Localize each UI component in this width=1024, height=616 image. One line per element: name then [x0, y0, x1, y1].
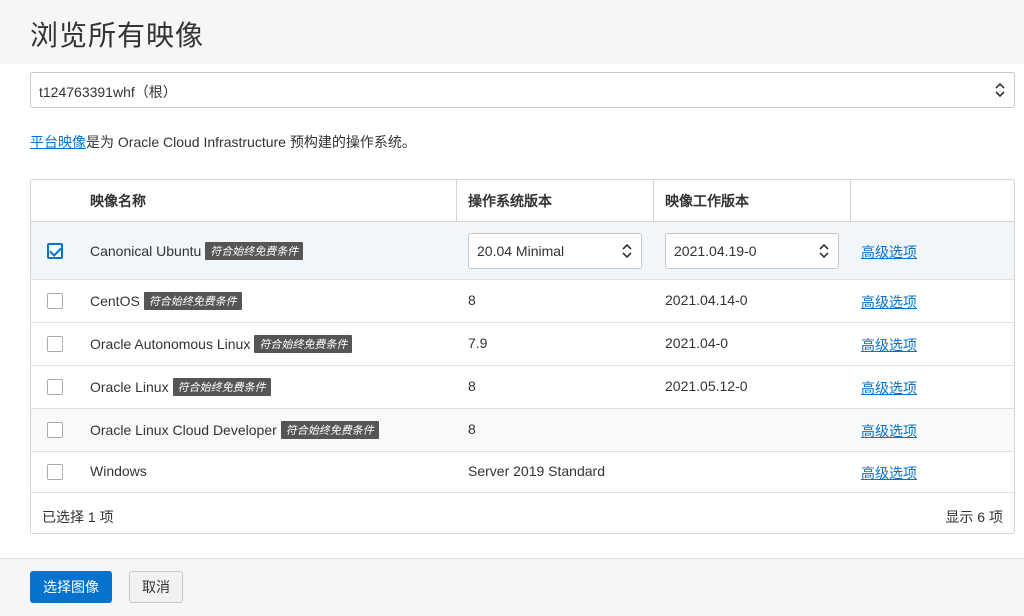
image-name-cell: Canonical Ubuntu 符合始终免费条件 — [90, 242, 304, 260]
os-version-select[interactable]: 20.04 Minimal — [468, 233, 642, 269]
select-image-button[interactable]: 选择图像 — [30, 571, 112, 603]
advanced-options-link[interactable]: 高级选项 — [861, 292, 917, 312]
advanced-options-link[interactable]: 高级选项 — [861, 242, 917, 262]
compartment-select[interactable]: t124763391whf（根） — [30, 72, 1015, 108]
row-checkbox[interactable] — [47, 336, 63, 352]
column-divider — [653, 180, 654, 222]
chevron-updown-icon — [622, 243, 632, 259]
compartment-value: t124763391whf（根） — [39, 84, 177, 100]
os-version: 7.9 — [468, 335, 488, 351]
always-free-badge: 符合始终免费条件 — [205, 242, 304, 260]
dialog-footer: 选择图像 取消 — [0, 558, 1024, 616]
os-version: 8 — [468, 292, 476, 308]
image-build: 2021.04-0 — [665, 335, 729, 351]
image-build: 2021.05.12-0 — [665, 378, 748, 394]
table-row[interactable]: Windows Server 2019 Standard 高级选项 — [31, 452, 1014, 493]
always-free-badge: 符合始终免费条件 — [143, 292, 242, 310]
always-free-badge: 符合始终免费条件 — [172, 378, 271, 396]
image-name-cell: Windows — [90, 463, 147, 479]
row-checkbox[interactable] — [47, 422, 63, 438]
image-build-select[interactable]: 2021.04.19-0 — [665, 233, 839, 269]
row-checkbox[interactable] — [47, 293, 63, 309]
images-table: 映像名称 操作系统版本 映像工作版本 Canonical Ubuntu 符合始终免… — [30, 179, 1015, 534]
table-row[interactable]: CentOS 符合始终免费条件 8 2021.04.14-0 高级选项 — [31, 280, 1014, 323]
description: 平台映像是为 Oracle Cloud Infrastructure 预构建的操… — [30, 132, 416, 152]
image-name: CentOS — [90, 293, 140, 309]
column-divider — [850, 180, 851, 222]
description-text: 是为 Oracle Cloud Infrastructure 预构建的操作系统。 — [86, 134, 416, 150]
always-free-badge: 符合始终免费条件 — [254, 335, 353, 353]
table-footer: 已选择 1 项 显示 6 项 — [31, 493, 1014, 533]
advanced-options-link[interactable]: 高级选项 — [861, 378, 917, 398]
image-name-cell: Oracle Autonomous Linux 符合始终免费条件 — [90, 335, 353, 353]
page-header: 浏览所有映像 — [0, 0, 1024, 64]
platform-images-link[interactable]: 平台映像 — [30, 134, 86, 150]
os-version: 8 — [468, 421, 476, 437]
image-name: Oracle Autonomous Linux — [90, 336, 251, 352]
os-version: Server 2019 Standard — [468, 463, 605, 479]
chevron-updown-icon — [995, 82, 1005, 98]
table-header: 映像名称 操作系统版本 映像工作版本 — [31, 180, 1014, 222]
chevron-updown-icon — [819, 243, 829, 259]
advanced-options-link[interactable]: 高级选项 — [861, 335, 917, 355]
image-name: Windows — [90, 463, 147, 479]
os-version: 8 — [468, 378, 476, 394]
always-free-badge: 符合始终免费条件 — [280, 421, 379, 439]
os-version-value: 20.04 Minimal — [477, 243, 565, 259]
advanced-options-link[interactable]: 高级选项 — [861, 421, 917, 441]
column-divider — [456, 180, 457, 222]
row-checkbox[interactable] — [47, 464, 63, 480]
table-row[interactable]: Canonical Ubuntu 符合始终免费条件 20.04 Minimal 2… — [31, 222, 1014, 280]
header-os-version: 操作系统版本 — [468, 193, 552, 209]
row-checkbox[interactable] — [47, 243, 63, 259]
advanced-options-link[interactable]: 高级选项 — [861, 463, 917, 483]
selected-count: 已选择 1 项 — [42, 509, 114, 525]
shown-count: 显示 6 项 — [945, 509, 1003, 525]
dialog-body: t124763391whf（根） 平台映像是为 Oracle Cloud Inf… — [0, 64, 1024, 558]
image-name: Oracle Linux Cloud Developer — [90, 422, 277, 438]
header-image-name: 映像名称 — [90, 193, 146, 209]
image-build-value: 2021.04.19-0 — [674, 243, 757, 259]
table-row[interactable]: Oracle Linux 符合始终免费条件 8 2021.05.12-0 高级选项 — [31, 366, 1014, 409]
page-title: 浏览所有映像 — [30, 20, 205, 51]
image-name: Oracle Linux — [90, 379, 169, 395]
image-name-cell: Oracle Linux 符合始终免费条件 — [90, 378, 271, 396]
image-name-cell: CentOS 符合始终免费条件 — [90, 292, 242, 310]
table-row[interactable]: Oracle Autonomous Linux 符合始终免费条件 7.9 2021… — [31, 323, 1014, 366]
cancel-button[interactable]: 取消 — [129, 571, 183, 603]
table-row[interactable]: Oracle Linux Cloud Developer 符合始终免费条件 8 高… — [31, 409, 1014, 452]
row-checkbox[interactable] — [47, 379, 63, 395]
image-name: Canonical Ubuntu — [90, 243, 202, 259]
image-build: 2021.04.14-0 — [665, 292, 748, 308]
image-name-cell: Oracle Linux Cloud Developer 符合始终免费条件 — [90, 421, 379, 439]
header-image-build: 映像工作版本 — [665, 193, 749, 209]
